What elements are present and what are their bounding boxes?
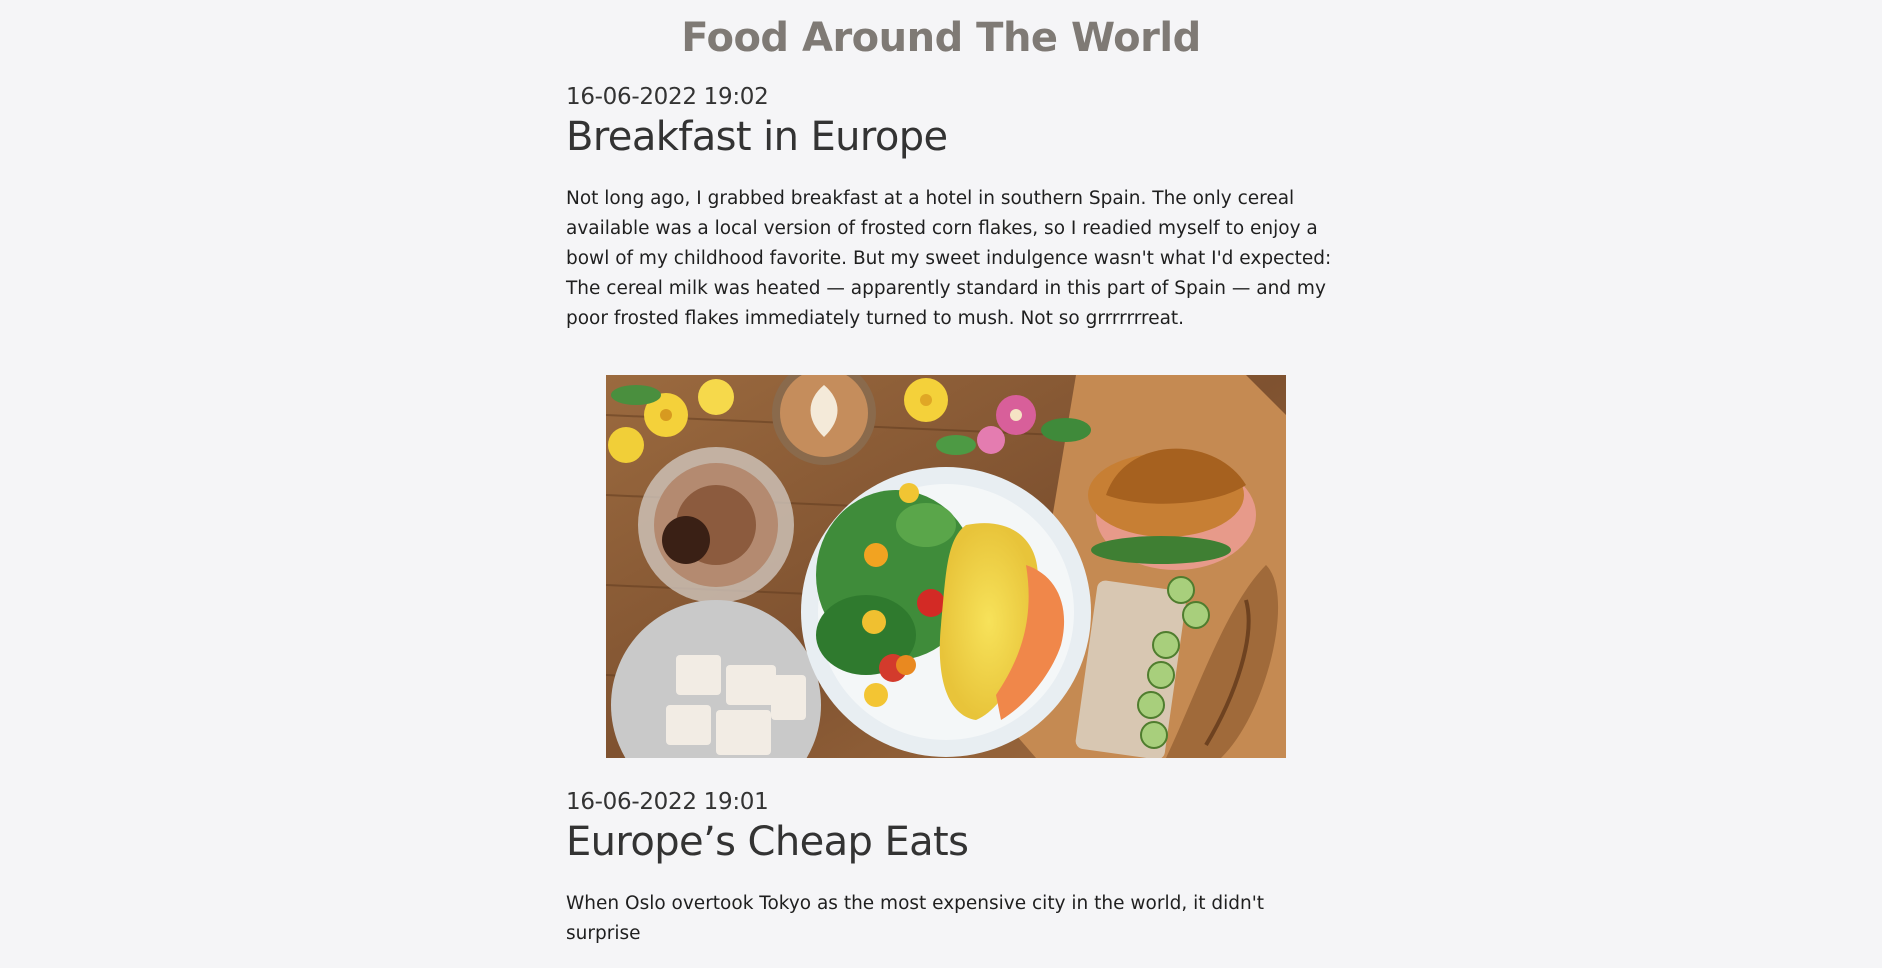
post-title[interactable]: Europe’s Cheap Eats xyxy=(566,819,1336,865)
post-body: When Oslo overtook Tokyo as the most exp… xyxy=(566,893,1265,944)
post-date: 16-06-2022 19:02 xyxy=(566,84,769,110)
site-title: Food Around The World xyxy=(681,14,1201,61)
breakfast-photo xyxy=(606,375,1286,758)
post-europes-cheap-eats: 16-06-2022 19:01 Europe’s Cheap Eats Whe… xyxy=(566,789,1336,968)
post-body: Not long ago, I grabbed breakfast at a h… xyxy=(566,188,1332,329)
post-title[interactable]: Breakfast in Europe xyxy=(566,114,1336,160)
post-date: 16-06-2022 19:01 xyxy=(566,789,769,815)
post-breakfast-in-europe: 16-06-2022 19:02 Breakfast in Europe Not… xyxy=(566,84,1336,353)
